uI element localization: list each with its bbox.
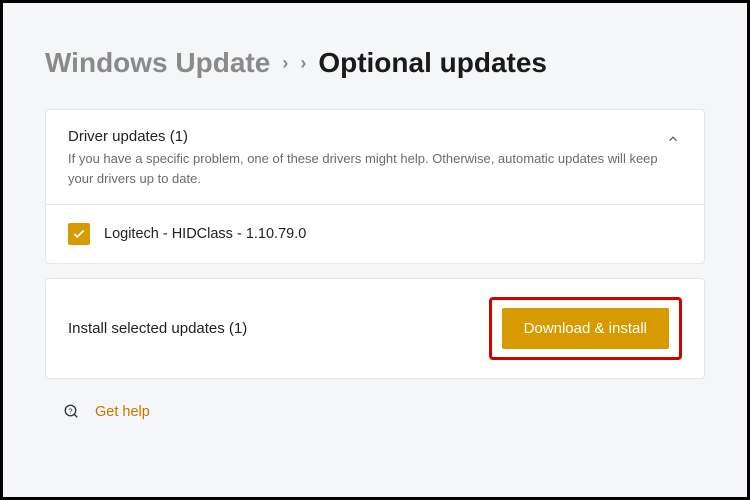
driver-section-header[interactable]: Driver updates (1) If you have a specifi… [46,110,704,205]
highlight-box: Download & install [489,297,682,360]
chevron-right-icon: › [282,53,288,74]
help-icon: ? [63,403,81,421]
chevron-up-icon[interactable] [664,128,682,153]
driver-updates-card: Driver updates (1) If you have a specifi… [45,109,705,264]
driver-section-title: Driver updates (1) [68,128,664,145]
install-selected-label: Install selected updates (1) [68,320,247,337]
get-help-link[interactable]: ? Get help [63,403,705,421]
download-install-button[interactable]: Download & install [502,308,669,349]
svg-text:?: ? [68,407,72,416]
driver-row: Logitech - HIDClass - 1.10.79.0 [46,205,704,263]
breadcrumb: Windows Update › › Optional updates [15,23,735,109]
get-help-label: Get help [95,404,150,420]
driver-checkbox[interactable] [68,223,90,245]
breadcrumb-root[interactable]: Windows Update [45,47,270,79]
install-action-card: Install selected updates (1) Download & … [45,278,705,379]
driver-section-description: If you have a specific problem, one of t… [68,149,664,188]
driver-name: Logitech - HIDClass - 1.10.79.0 [104,226,306,242]
breadcrumb-current: Optional updates [318,47,547,79]
chevron-right-icon: › [300,53,306,74]
